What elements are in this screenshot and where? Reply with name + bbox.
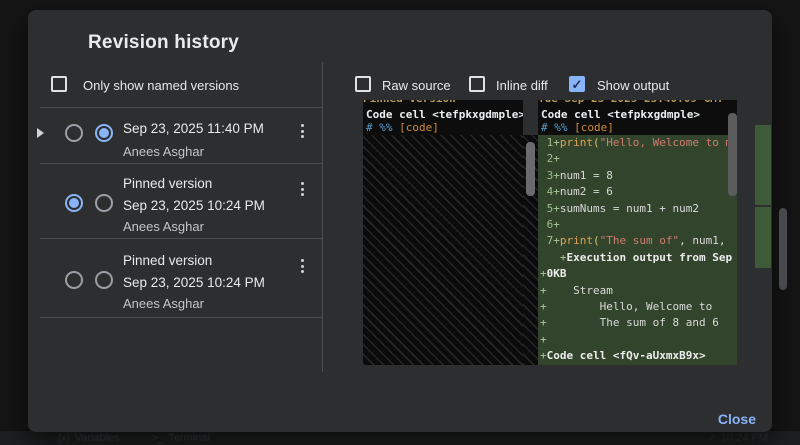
diff-gap-track [523, 100, 538, 135]
dialog-scrollbar-thumb[interactable] [779, 208, 787, 290]
expand-arrow-icon[interactable] [37, 128, 44, 138]
diff-view: Pinned version Code cell <tefpkxgdmple> … [363, 100, 737, 365]
diff-right-pane: Tue Sep 23 2025 23:40:09 GMT Code cell <… [538, 100, 737, 365]
only-named-versions-label: Only show named versions [83, 78, 239, 93]
raw-source-label: Raw source [382, 78, 451, 93]
diff-left-empty-filler [363, 135, 523, 365]
diff-minimap-segment [755, 125, 771, 205]
variables-icon: {x} [58, 433, 70, 444]
revision-history-dialog: Revision history Only show named version… [28, 10, 772, 432]
footer-status-time: 10:24 PM [721, 432, 768, 444]
diff-right-clipped-header: Tue Sep 23 2025 23:40:09 GMT [538, 100, 737, 107]
diff-right-cell-header: Code cell <tefpkxgdmple> [541, 108, 700, 121]
version2-author: Anees Asghar [123, 219, 204, 234]
version1-left-radio[interactable] [65, 124, 83, 142]
version3-left-radio[interactable] [65, 271, 83, 289]
diff-right-cell-marker: # %% [code] [541, 121, 614, 134]
divider [40, 107, 322, 108]
footer-status: ✓ 10:24 PM [708, 432, 768, 444]
left-pane-scrollbar-thumb[interactable] [526, 142, 535, 196]
version3-right-radio[interactable] [95, 271, 113, 289]
close-button[interactable]: Close [718, 411, 756, 427]
version1-author: Anees Asghar [123, 144, 204, 159]
version2-left-radio[interactable] [65, 194, 83, 212]
diff-left-clipped-header: Pinned version [363, 100, 523, 107]
inline-diff-checkbox[interactable] [469, 76, 485, 92]
inline-diff-label: Inline diff [496, 78, 548, 93]
version1-menu-button[interactable] [294, 122, 310, 140]
version2-right-radio[interactable] [95, 194, 113, 212]
check-icon: ✓ [708, 433, 716, 444]
show-output-label: Show output [597, 78, 669, 93]
version2-date: Sep 23, 2025 10:24 PM [123, 198, 265, 213]
version3-author: Anees Asghar [123, 296, 204, 311]
divider [40, 317, 322, 318]
divider [40, 163, 322, 164]
version2-menu-button[interactable] [294, 180, 310, 198]
right-pane-scrollbar-thumb[interactable] [728, 113, 737, 196]
version3-menu-button[interactable] [294, 257, 310, 275]
diff-left-cell-header: Code cell <tefpkxgdmple> [366, 108, 525, 121]
version3-date: Sep 23, 2025 10:24 PM [123, 275, 265, 290]
raw-source-checkbox[interactable] [355, 76, 371, 92]
version3-name: Pinned version [123, 253, 212, 268]
show-output-checkbox[interactable]: ✓ [569, 76, 585, 92]
app-footer-bar: {x} Variables >_ Terminal ✓ 10:24 PM [0, 430, 800, 445]
version1-date: Sep 23, 2025 11:40 PM [123, 121, 264, 136]
terminal-icon: >_ [152, 433, 163, 444]
footer-terminal-label: Terminal [168, 432, 210, 444]
dialog-title: Revision history [88, 32, 239, 54]
footer-terminal: >_ Terminal [152, 432, 210, 444]
version2-name: Pinned version [123, 176, 212, 191]
version1-right-radio[interactable] [95, 124, 113, 142]
diff-pane-gap [523, 100, 538, 365]
divider [40, 238, 322, 239]
diff-left-cell-marker: # %% [code] [366, 121, 439, 134]
diff-minimap-segment [755, 207, 771, 268]
diff-added-lines: 1+print("Hello, Welcome to m 2+ 3+num1 =… [540, 135, 737, 364]
only-named-versions-checkbox[interactable] [51, 76, 67, 92]
footer-variables-label: Variables [75, 432, 120, 444]
footer-variables: {x} Variables [58, 432, 120, 444]
panel-divider [322, 62, 323, 372]
diff-left-pane: Pinned version Code cell <tefpkxgdmple> … [363, 100, 523, 365]
